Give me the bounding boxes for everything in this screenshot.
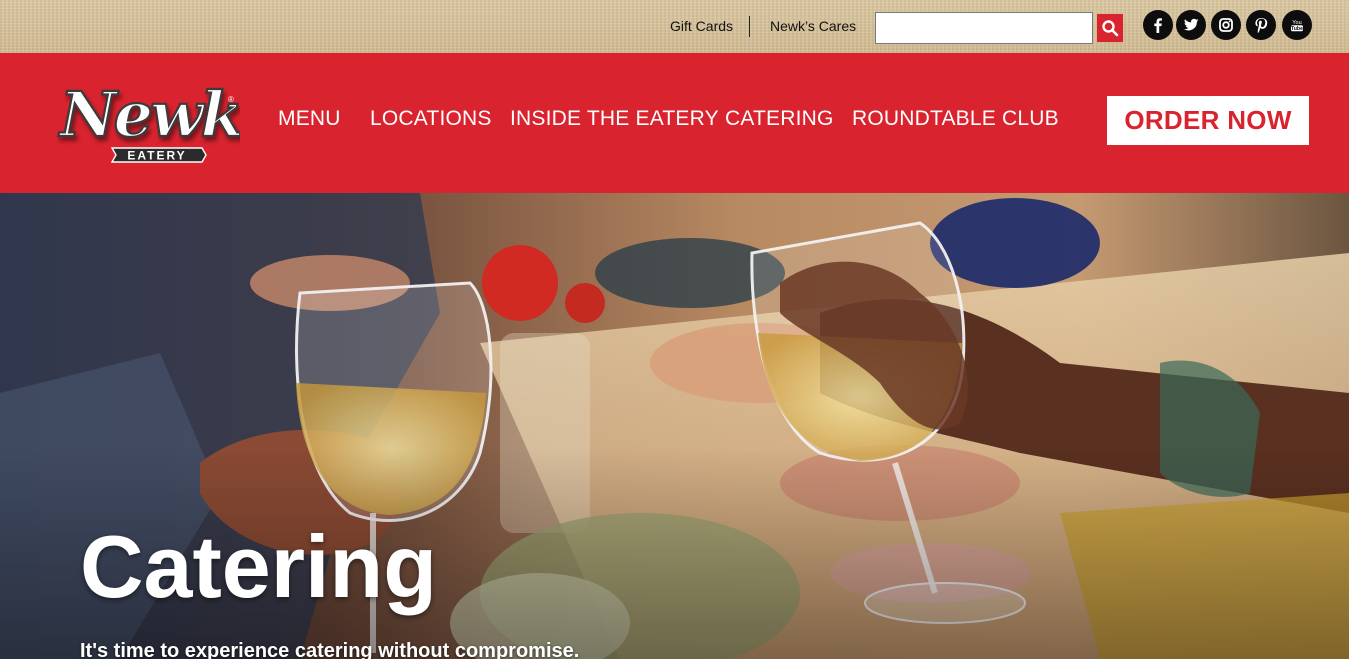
hero-title: Catering <box>80 517 437 616</box>
youtube-icon[interactable]: You Tube <box>1282 10 1312 40</box>
gift-cards-link[interactable]: Gift Cards <box>670 18 733 34</box>
nav-menu[interactable]: MENU <box>278 107 341 131</box>
newks-eatery-logo[interactable]: Newk's ® EATERY <box>56 58 295 173</box>
divider <box>749 16 750 37</box>
nav-locations[interactable]: LOCATIONS <box>370 107 492 131</box>
search-button[interactable] <box>1097 14 1123 42</box>
main-navigation: Newk's ® EATERY MENU LOCATIONS INSIDE TH… <box>0 53 1349 193</box>
nav-inside-the-eatery[interactable]: INSIDE THE EATERY <box>510 107 719 131</box>
hero-banner: Catering It's time to experience caterin… <box>0 193 1349 659</box>
order-now-button[interactable]: ORDER NOW <box>1107 96 1309 145</box>
utility-bar: Gift Cards Newk’s Cares You Tube <box>0 0 1349 53</box>
twitter-icon[interactable] <box>1176 10 1206 40</box>
instagram-icon[interactable] <box>1211 10 1241 40</box>
pinterest-icon[interactable] <box>1246 10 1276 40</box>
search-input[interactable] <box>875 12 1093 44</box>
logo-eatery-text: EATERY <box>127 149 186 163</box>
nav-roundtable-club[interactable]: ROUNDTABLE CLUB <box>852 107 1059 131</box>
nav-catering[interactable]: CATERING <box>725 107 834 131</box>
youtube-tube-text: Tube <box>1291 26 1303 32</box>
facebook-icon[interactable] <box>1143 10 1173 40</box>
logo-registered-mark: ® <box>228 95 234 104</box>
hero-subtitle: It's time to experience catering without… <box>80 640 580 659</box>
search-icon <box>1102 20 1119 37</box>
newks-cares-link[interactable]: Newk’s Cares <box>770 18 856 34</box>
logo-wordmark: Newk's <box>58 78 240 151</box>
